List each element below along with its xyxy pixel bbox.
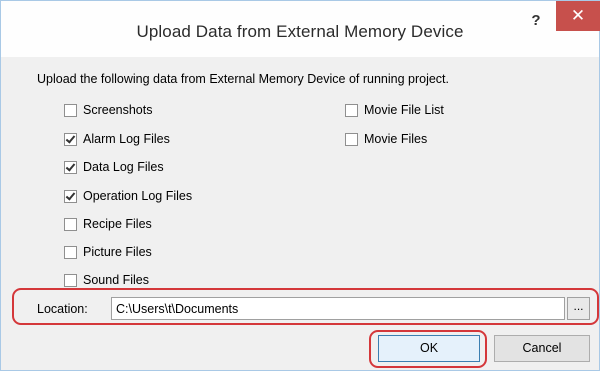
checkbox-data-log-files[interactable]: Data Log Files xyxy=(64,159,164,175)
checkbox-box[interactable] xyxy=(64,217,77,231)
checkbox-box[interactable] xyxy=(64,160,77,174)
checkbox-box[interactable] xyxy=(345,132,358,146)
ok-button[interactable]: OK xyxy=(378,335,480,362)
dialog-title: Upload Data from External Memory Device xyxy=(136,22,464,41)
cancel-button[interactable]: Cancel xyxy=(494,335,590,362)
checkbox-movie-files[interactable]: Movie Files xyxy=(345,131,427,147)
checkbox-sound-files[interactable]: Sound Files xyxy=(64,272,149,288)
checkbox-label: Picture Files xyxy=(83,245,152,259)
checkbox-label: Alarm Log Files xyxy=(83,132,170,146)
location-label: Location: xyxy=(37,302,88,316)
checkbox-alarm-log-files[interactable]: Alarm Log Files xyxy=(64,131,170,147)
browse-button[interactable]: ... xyxy=(567,297,590,320)
checkbox-box[interactable] xyxy=(64,103,77,117)
checkbox-label: Sound Files xyxy=(83,273,150,287)
checkbox-label: Screenshots xyxy=(83,103,153,117)
dialog-window: Upload Data from External Memory Device … xyxy=(0,0,600,371)
checkbox-picture-files[interactable]: Picture Files xyxy=(64,244,152,260)
checkbox-screenshots[interactable]: Screenshots xyxy=(64,102,152,118)
checkbox-box[interactable] xyxy=(345,103,358,117)
help-button[interactable]: ? xyxy=(524,9,548,33)
checkbox-label: Data Log Files xyxy=(83,160,164,174)
title-bar: Upload Data from External Memory Device … xyxy=(1,1,600,57)
checkbox-label: Operation Log Files xyxy=(83,189,193,203)
close-button[interactable]: ✕ xyxy=(556,1,600,31)
location-input[interactable] xyxy=(111,297,565,320)
checkbox-box[interactable] xyxy=(64,245,77,259)
checkbox-label: Recipe Files xyxy=(83,217,152,231)
checkbox-box[interactable] xyxy=(64,189,77,203)
checkbox-label: Movie Files xyxy=(364,132,428,146)
checkbox-movie-file-list[interactable]: Movie File List xyxy=(345,102,444,118)
description-text: Upload the following data from External … xyxy=(37,72,450,86)
checkbox-operation-log-files[interactable]: Operation Log Files xyxy=(64,188,192,204)
checkbox-box[interactable] xyxy=(64,273,77,287)
checkbox-recipe-files[interactable]: Recipe Files xyxy=(64,216,152,232)
checkbox-box[interactable] xyxy=(64,132,77,146)
checkbox-label: Movie File List xyxy=(364,103,444,117)
